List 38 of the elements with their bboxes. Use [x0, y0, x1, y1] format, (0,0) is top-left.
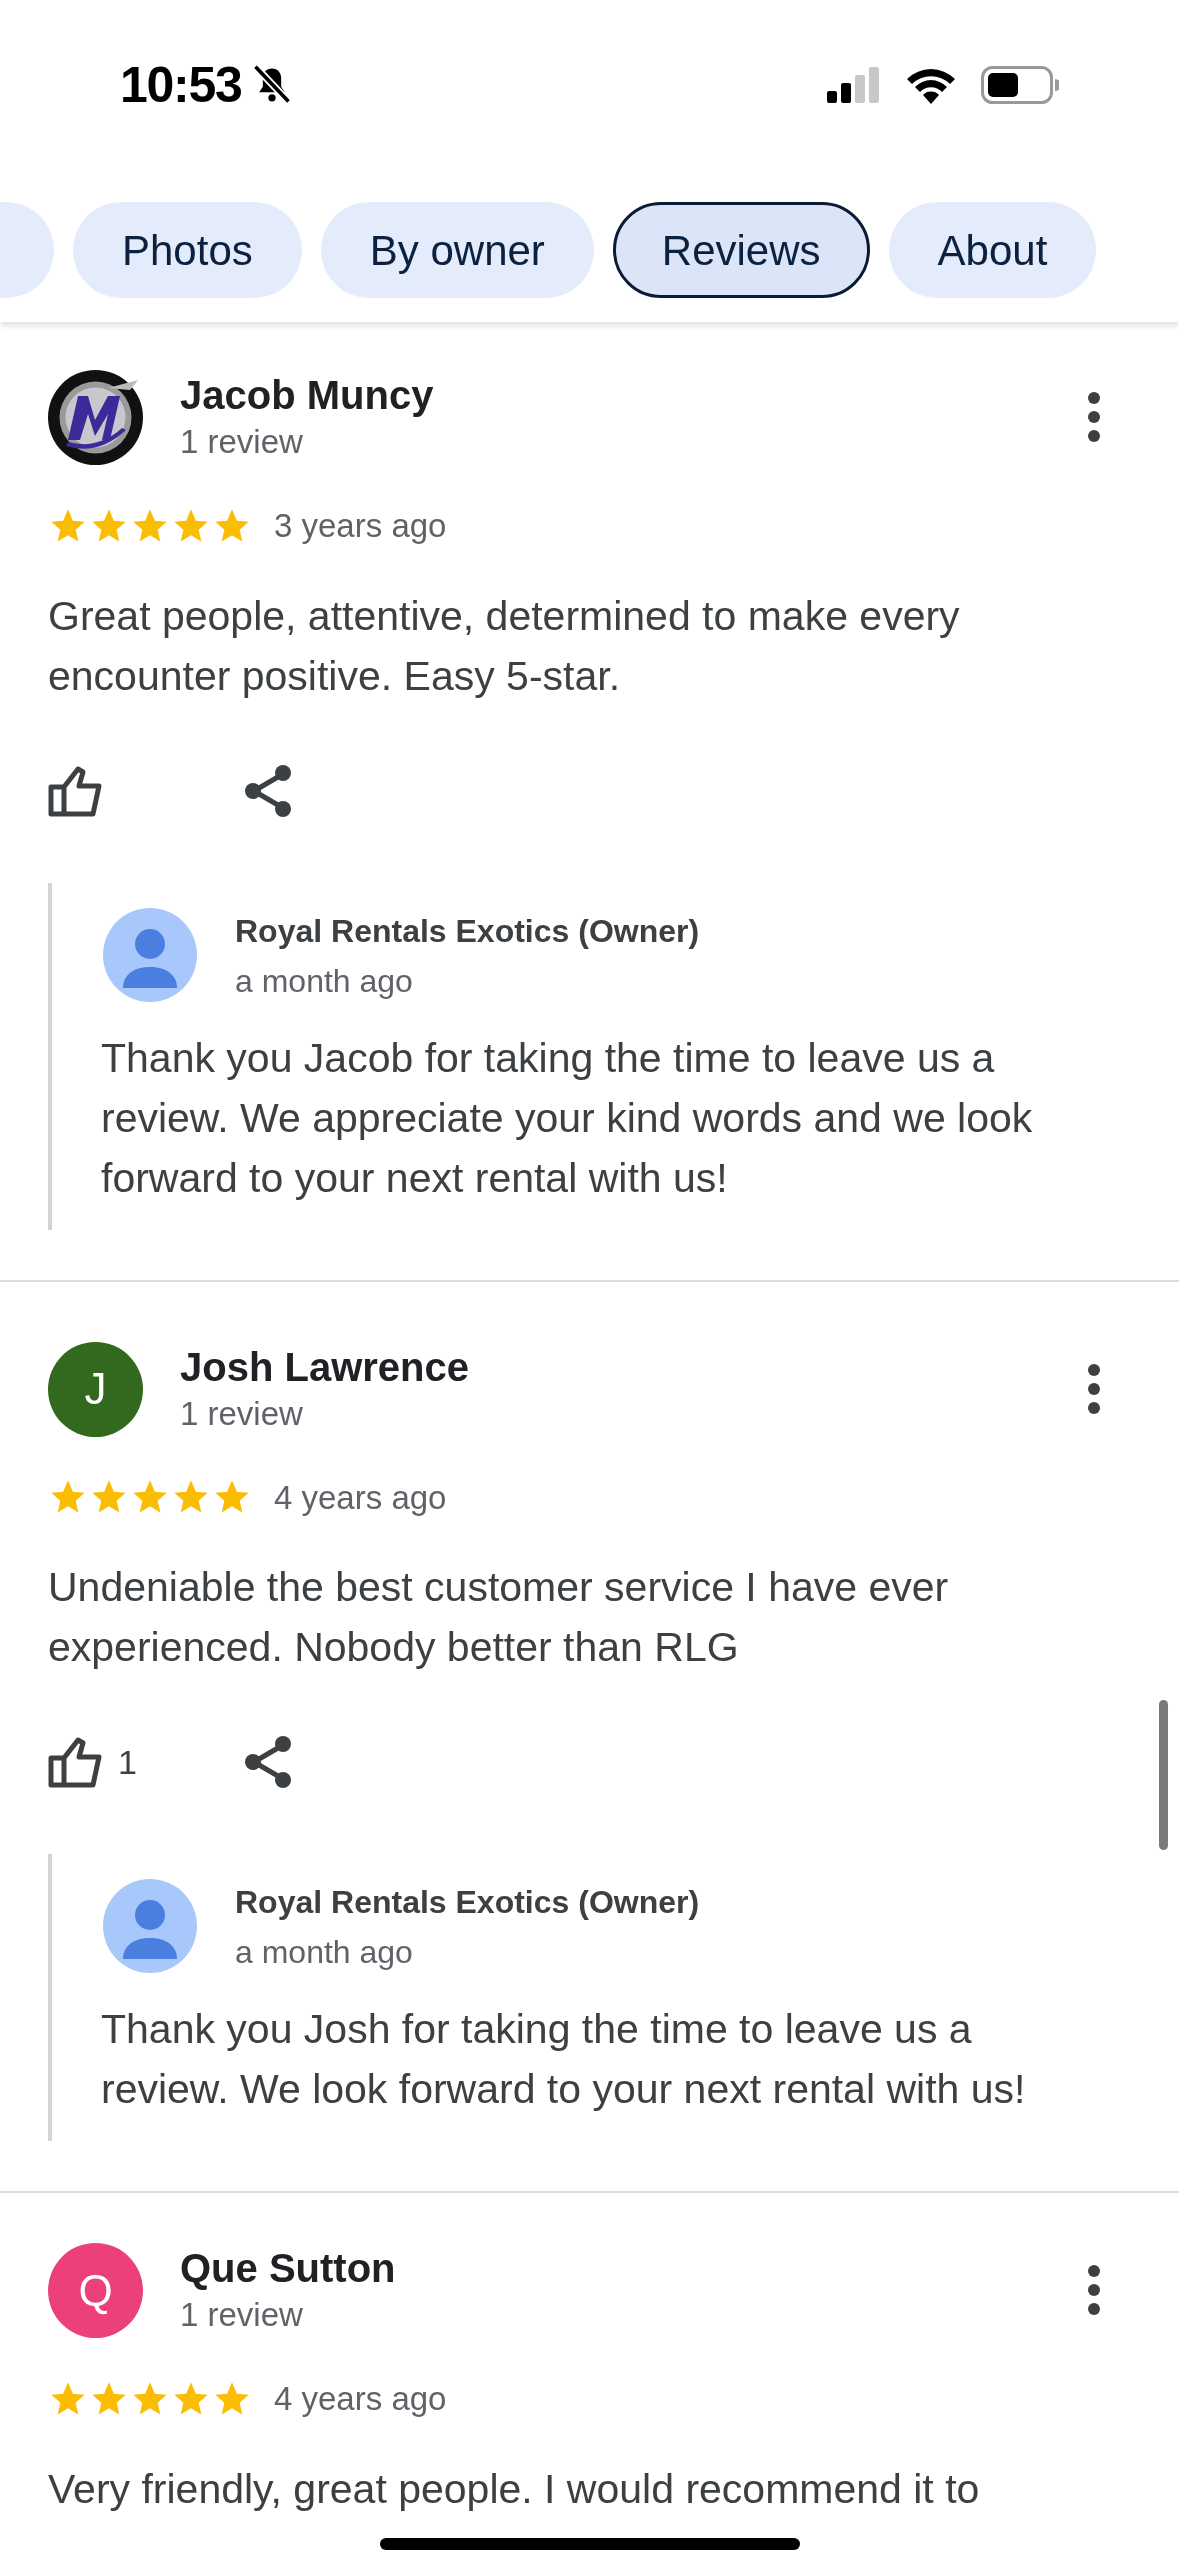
review-text: Undeniable the best customer service I have ever experienced. Nobody better than RLG	[48, 1563, 950, 1672]
avatar-initial: J	[48, 1341, 143, 1437]
reviewer-name[interactable]: Jacob Muncy	[180, 371, 434, 419]
battery-icon	[981, 66, 1059, 104]
share-icon[interactable]	[243, 1735, 293, 1789]
share-icon[interactable]	[243, 763, 293, 818]
reply-text: Thank you Josh for taking the time to leave us a review. We look forward to your next rental with us!	[101, 2005, 1027, 2114]
thumbs-up-icon[interactable]	[48, 1736, 104, 1788]
person-avatar-icon	[103, 907, 197, 1002]
filter-tab[interactable]: Photos	[73, 202, 302, 298]
filter-tab[interactable]: By owner	[320, 202, 594, 298]
filter-tab[interactable]: Reviews	[612, 202, 870, 298]
more-options-icon[interactable]	[1088, 1363, 1100, 1414]
reply-time: a month ago	[235, 961, 414, 1001]
review-time: 3 years ago	[274, 506, 447, 546]
reply-text: Thank you Jacob for taking the time to leave us a review. We appreciate your kind words and we look forward to your next rental with us!	[101, 1033, 1034, 1203]
review-count: 1 review	[180, 1393, 304, 1434]
owner-name: Royal Rentals Exotics (Owner)	[235, 1883, 700, 1922]
thumbs-up-icon[interactable]	[48, 764, 104, 817]
like-count: 1	[118, 1741, 137, 1783]
person-avatar-icon	[103, 1879, 197, 1973]
more-options-icon[interactable]	[1088, 2265, 1100, 2315]
review-time: 4 years ago	[274, 1477, 447, 1518]
wifi-icon	[905, 66, 957, 104]
review-count: 1 review	[180, 2295, 304, 2335]
reviewer-name[interactable]: Josh Lawrence	[180, 1342, 469, 1391]
review-time: 4 years ago	[274, 2379, 447, 2419]
reviewer-name[interactable]: Que Sutton	[180, 2244, 396, 2292]
review-text: Very friendly, great people. I would recommend it to	[48, 2464, 981, 2514]
more-options-icon[interactable]	[1088, 392, 1100, 442]
reply-time: a month ago	[235, 1933, 414, 1972]
review-count: 1 review	[180, 422, 304, 462]
clock-time: 10:53	[120, 55, 242, 115]
filter-tab[interactable]: About	[888, 202, 1097, 298]
review-text: Great people, attentive, determined to make every encounter positive. Easy 5-star.	[48, 591, 961, 701]
signal-icon	[827, 67, 881, 103]
avatar-initial: Q	[48, 2243, 143, 2338]
owner-name: Royal Rentals Exotics (Owner)	[235, 911, 700, 951]
